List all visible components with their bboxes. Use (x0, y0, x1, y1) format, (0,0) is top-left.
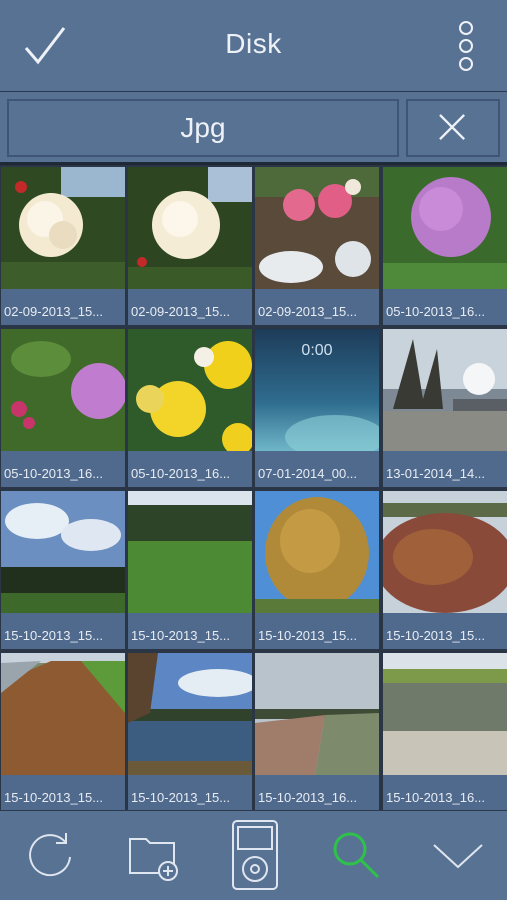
photo-tile[interactable]: 05-10-2013_16... (128, 329, 252, 487)
photo-caption: 15-10-2013_15... (131, 628, 231, 643)
search-icon[interactable] (326, 825, 386, 885)
top-bar: Disk (0, 0, 507, 92)
photo-thumbnail (128, 329, 252, 451)
photo-tile[interactable]: 15-10-2013_15... (1, 491, 125, 649)
filter-bar: Jpg (0, 92, 507, 164)
add-folder-icon[interactable] (124, 825, 184, 885)
photo-thumbnail (383, 329, 507, 451)
photo-caption: 15-10-2013_16... (258, 790, 358, 805)
filter-field[interactable]: Jpg (7, 99, 399, 157)
photo-thumbnail (255, 167, 379, 289)
photo-caption: 02-09-2013_15... (4, 304, 104, 319)
photo-thumbnail (383, 653, 507, 775)
photo-caption: 15-10-2013_15... (4, 790, 104, 805)
ipod-icon[interactable] (225, 819, 285, 891)
photo-thumbnail (1, 167, 125, 289)
photo-thumbnail (128, 491, 252, 613)
photo-tile[interactable]: 05-10-2013_16... (383, 167, 507, 325)
refresh-icon[interactable] (20, 825, 80, 885)
photo-tile[interactable]: 05-10-2013_16... (1, 329, 125, 487)
photo-thumbnail (1, 491, 125, 613)
photo-thumbnail (383, 167, 507, 289)
photo-tile[interactable]: 02-09-2013_15... (255, 167, 379, 325)
clear-filter-button[interactable] (406, 99, 500, 157)
photo-caption: 13-01-2014_14... (386, 466, 486, 481)
photo-grid: 02-09-2013_15... 02-09-2013_15... 02-09-… (0, 165, 507, 811)
photo-thumbnail (128, 167, 252, 289)
photo-caption: 02-09-2013_15... (258, 304, 358, 319)
chevron-down-icon[interactable] (428, 825, 488, 885)
close-icon (439, 114, 465, 140)
bottom-toolbar (0, 810, 507, 900)
photo-caption: 07-01-2014_00... (258, 466, 358, 481)
photo-tile[interactable]: 15-10-2013_15... (1, 653, 125, 811)
photo-thumbnail (1, 329, 125, 451)
photo-caption: 15-10-2013_15... (386, 628, 486, 643)
lockscreen-time: 0:00 (301, 342, 332, 359)
more-vertical-icon[interactable] (455, 20, 477, 72)
photo-thumbnail (255, 653, 379, 775)
photo-caption: 05-10-2013_16... (386, 304, 486, 319)
photo-thumbnail (128, 653, 252, 775)
photo-tile[interactable]: 15-10-2013_15... (128, 653, 252, 811)
photo-thumbnail (255, 491, 379, 613)
photo-caption: 05-10-2013_16... (131, 466, 231, 481)
photo-caption: 15-10-2013_15... (131, 790, 231, 805)
photo-tile[interactable]: 15-10-2013_15... (383, 491, 507, 649)
photo-tile[interactable]: 15-10-2013_15... (128, 491, 252, 649)
photo-caption: 15-10-2013_15... (258, 628, 358, 643)
photo-tile[interactable]: 13-01-2014_14... (383, 329, 507, 487)
photo-thumbnail (1, 653, 125, 775)
photo-tile[interactable]: 15-10-2013_16... (383, 653, 507, 811)
photo-tile[interactable]: 02-09-2013_15... (128, 167, 252, 325)
photo-thumbnail (383, 491, 507, 613)
photo-caption: 15-10-2013_16... (386, 790, 486, 805)
photo-tile[interactable]: 15-10-2013_16... (255, 653, 379, 811)
photo-caption: 05-10-2013_16... (4, 466, 104, 481)
page-title: Disk (225, 28, 282, 59)
photo-thumbnail: 0:00 (255, 329, 379, 451)
photo-tile[interactable]: 02-09-2013_15... (1, 167, 125, 325)
photo-tile[interactable]: 15-10-2013_15... (255, 491, 379, 649)
photo-tile[interactable]: 0:00 07-01-2014_00... (255, 329, 379, 487)
photo-caption: 15-10-2013_15... (4, 628, 104, 643)
photo-caption: 02-09-2013_15... (131, 304, 231, 319)
